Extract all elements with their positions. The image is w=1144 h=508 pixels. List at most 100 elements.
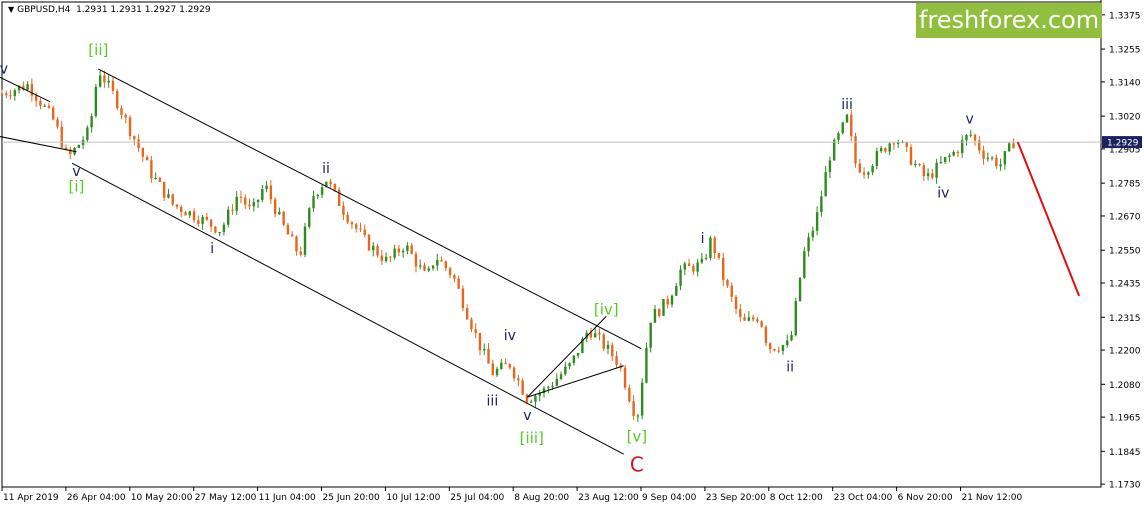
- wave-label: [iv]: [594, 300, 619, 318]
- candle-body: [448, 268, 452, 276]
- candle-body: [965, 134, 968, 141]
- candle-body: [329, 181, 332, 185]
- candle-body: [171, 194, 174, 205]
- candle-body: [670, 295, 674, 305]
- candles-group: [0, 70, 1015, 422]
- candle-body: [683, 263, 687, 270]
- x-tick-label: 27 May 12:00: [195, 493, 257, 503]
- candle-body: [393, 248, 396, 258]
- candle-body: [884, 148, 887, 152]
- y-tick-label: 1.2670: [1109, 212, 1141, 222]
- candle-body: [666, 299, 669, 305]
- candle-body: [820, 196, 823, 213]
- candle-body: [86, 127, 89, 140]
- candle-body: [397, 248, 401, 253]
- wave-label: i: [210, 241, 214, 257]
- candle-body: [909, 146, 913, 165]
- candle-body: [60, 126, 63, 148]
- y-tick-label: 1.1730: [1109, 481, 1141, 491]
- candle-body: [346, 214, 349, 223]
- candle-body: [389, 256, 392, 258]
- x-tick-label: 21 Nov 12:00: [962, 493, 1023, 503]
- wave-label: [v]: [627, 427, 648, 445]
- candle-body: [803, 251, 806, 278]
- candle-body: [384, 256, 388, 261]
- symbol-label: GBPUSD,H4: [17, 5, 71, 15]
- candle-body: [594, 333, 597, 338]
- candle-body: [478, 332, 482, 351]
- candle-body: [235, 196, 238, 211]
- candle-body: [145, 156, 149, 161]
- candle-body: [939, 161, 943, 163]
- y-tick-label: 1.2315: [1109, 314, 1141, 324]
- candle-body: [116, 90, 119, 109]
- y-tick-label: 1.1965: [1109, 414, 1141, 424]
- candle-body: [461, 288, 465, 309]
- candle-body: [687, 263, 691, 266]
- y-tick-label: 1.2080: [1109, 381, 1141, 391]
- candle-body: [568, 362, 571, 367]
- wave-label: ii: [322, 161, 330, 177]
- candle-body: [342, 205, 345, 215]
- candle-body: [154, 177, 157, 179]
- candle-body: [380, 255, 384, 261]
- trendline-channel-upper: [98, 68, 642, 350]
- candle-body: [231, 209, 234, 211]
- candle-body: [952, 151, 955, 156]
- candle-body: [995, 157, 998, 167]
- candle-body: [167, 194, 170, 198]
- candle-body: [474, 329, 477, 333]
- wave-label: ii: [786, 359, 794, 375]
- candle-body: [529, 401, 533, 403]
- candle-body: [483, 348, 486, 351]
- x-tick-label: 11 Jun 04:00: [259, 493, 316, 503]
- candle-body: [9, 95, 12, 97]
- wave-label: i: [701, 231, 705, 247]
- candle-body: [879, 148, 883, 152]
- candle-body: [278, 211, 281, 215]
- candle-body: [572, 355, 576, 363]
- wave-label: iii: [487, 394, 499, 410]
- candle-body: [98, 75, 102, 87]
- candle-body: [602, 334, 605, 349]
- wave-label: iv: [0, 61, 8, 77]
- candle-body: [512, 367, 516, 379]
- x-tick-label: 26 Apr 04:00: [67, 493, 126, 503]
- candle-body: [188, 211, 191, 216]
- candle-body: [26, 84, 29, 90]
- candle-body: [832, 139, 836, 161]
- candle-body: [598, 333, 601, 335]
- candle-body: [692, 265, 695, 272]
- candle-body: [623, 367, 627, 388]
- candle-body: [359, 228, 362, 230]
- candle-body: [696, 262, 699, 272]
- candle-body: [824, 171, 827, 197]
- candle-body: [521, 380, 524, 395]
- candle-body: [722, 257, 725, 280]
- candle-body: [43, 105, 46, 107]
- x-tick-label: 23 Oct 04:00: [834, 493, 893, 503]
- candle-body: [858, 163, 861, 173]
- candle-body: [52, 107, 55, 120]
- candle-body: [662, 299, 665, 316]
- x-tick-label: 6 Nov 20:00: [898, 493, 953, 503]
- candle-body: [444, 261, 448, 269]
- candle-body: [931, 173, 934, 178]
- candle-body: [615, 356, 618, 365]
- candle-body: [551, 385, 554, 388]
- candle-body: [248, 204, 251, 207]
- candle-body: [786, 340, 789, 346]
- candle-body: [209, 219, 213, 227]
- symbol-header: ▼ GBPUSD,H4 1.2931 1.2931 1.2927 1.2929: [8, 5, 211, 15]
- x-tick-label: 9 Sep 04:00: [642, 493, 697, 503]
- price-chart[interactable]: 1.33751.32551.31401.30201.29051.27851.26…: [0, 0, 1144, 508]
- candle-body: [261, 189, 264, 200]
- candle-body: [355, 224, 358, 229]
- candle-body: [576, 352, 580, 356]
- candle-body: [649, 322, 652, 348]
- candle-body: [273, 199, 277, 215]
- candle-body: [709, 237, 712, 259]
- candle-body: [867, 172, 870, 175]
- candle-body: [0, 93, 4, 95]
- triangle-down-icon[interactable]: ▼: [8, 5, 14, 14]
